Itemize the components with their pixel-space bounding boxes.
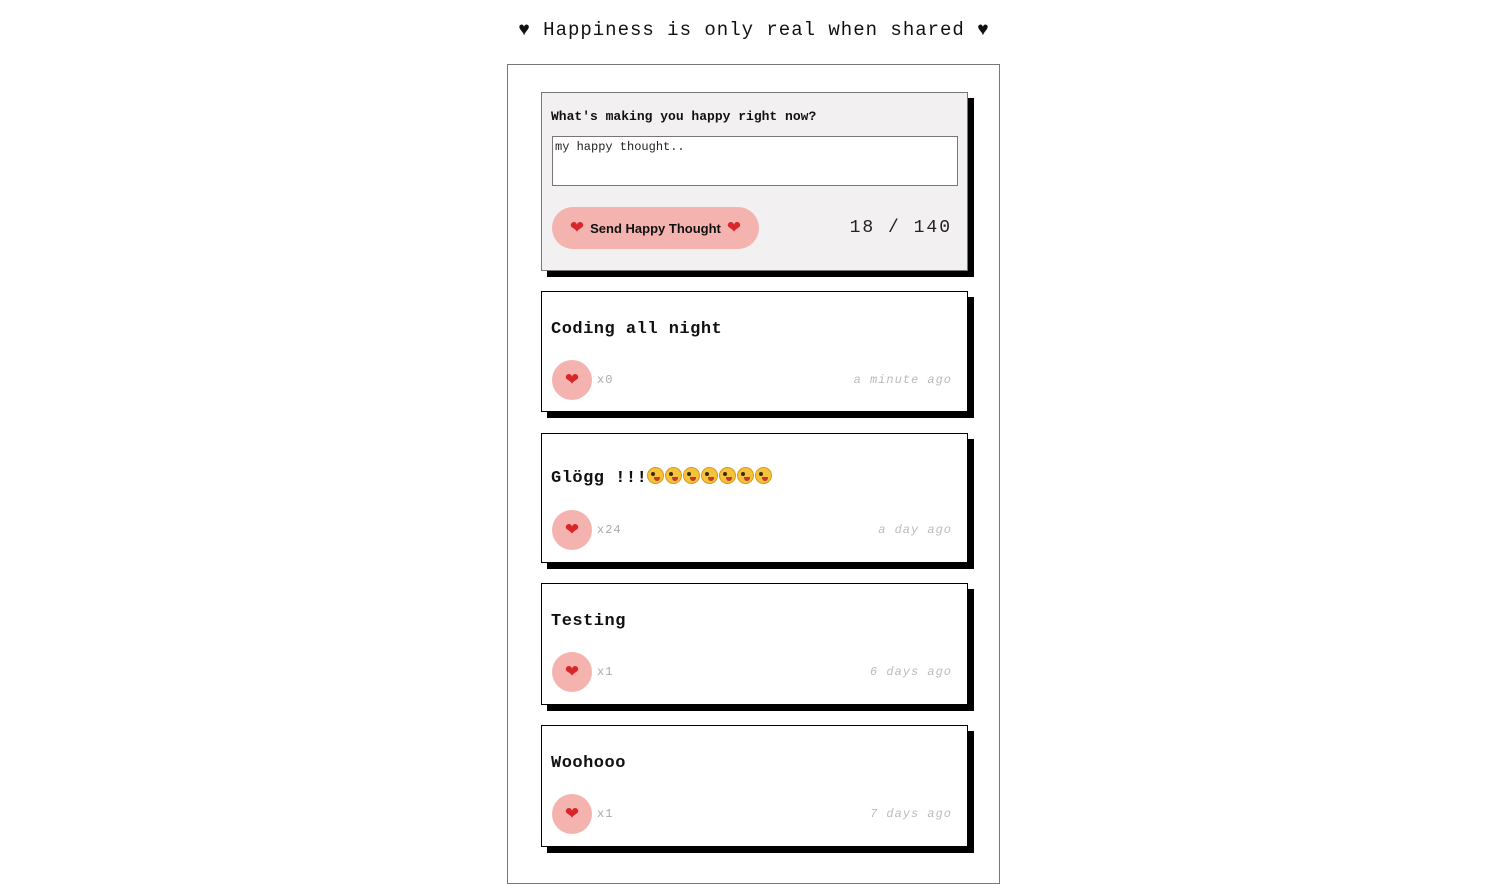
thought-card: Woohooo ❤ x1 7 days ago <box>541 725 968 847</box>
heart-icon: ❤ <box>564 661 580 682</box>
heart-icon: ❤ <box>569 217 585 238</box>
zany-face-icon <box>755 467 773 484</box>
thought-message-row: Glögg !!! <box>551 467 773 488</box>
thought-message: Glögg !!! <box>551 469 648 488</box>
thought-timestamp: a day ago <box>878 523 952 537</box>
zany-face-icon <box>683 467 701 484</box>
send-button-label: Send Happy Thought <box>590 220 721 236</box>
like-button[interactable]: ❤ <box>552 652 592 692</box>
like-button[interactable]: ❤ <box>552 360 592 400</box>
thought-card: Coding all night ❤ x0 a minute ago <box>541 291 968 412</box>
zany-face-icon <box>647 467 665 484</box>
thought-message: Testing <box>551 612 626 631</box>
like-count: x0 <box>597 373 614 387</box>
send-happy-thought-button[interactable]: ❤ Send Happy Thought ❤ <box>552 207 759 249</box>
heart-icon: ❤ <box>726 217 742 238</box>
page-title: ♥ Happiness is only real when shared ♥ <box>518 19 990 41</box>
thought-input[interactable] <box>552 136 958 186</box>
like-count: x24 <box>597 523 622 537</box>
thought-timestamp: 7 days ago <box>869 807 952 821</box>
thought-message: Woohooo <box>551 754 626 773</box>
like-count: x1 <box>597 807 614 821</box>
thought-timestamp: a minute ago <box>853 373 952 387</box>
character-counter: 18 / 140 <box>849 218 952 238</box>
like-button[interactable]: ❤ <box>552 510 592 550</box>
heart-icon: ❤ <box>564 803 580 824</box>
emoji-row <box>647 467 773 488</box>
heart-icon: ❤ <box>564 369 580 390</box>
thought-message: Coding all night <box>551 320 723 339</box>
thought-timestamp: 6 days ago <box>869 665 952 679</box>
heart-icon: ❤ <box>564 519 580 540</box>
thought-card: Glögg !!! ❤ x24 a day ago <box>541 433 968 563</box>
like-count: x1 <box>597 665 614 679</box>
zany-face-icon <box>665 467 683 484</box>
form-label: What's making you happy right now? <box>551 109 817 124</box>
zany-face-icon <box>701 467 719 484</box>
zany-face-icon <box>719 467 737 484</box>
like-button[interactable]: ❤ <box>552 794 592 834</box>
zany-face-icon <box>737 467 755 484</box>
thought-card: Testing ❤ x1 6 days ago <box>541 583 968 705</box>
happy-thought-form: What's making you happy right now? ❤ Sen… <box>541 92 968 271</box>
